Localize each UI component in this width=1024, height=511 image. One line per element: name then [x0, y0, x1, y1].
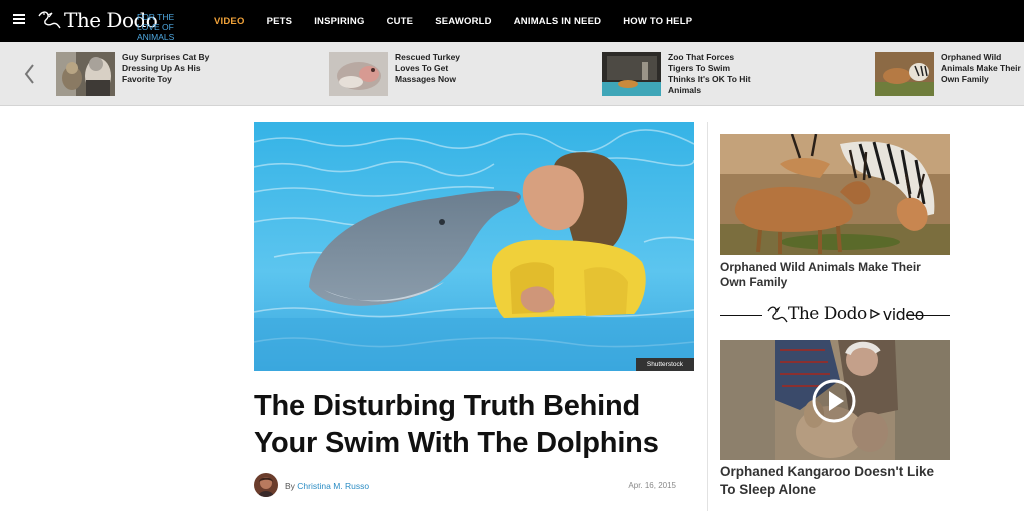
divider-line [906, 315, 950, 316]
chevron-left-icon[interactable] [22, 62, 36, 86]
nav-item-seaworld[interactable]: SEAWORLD [435, 16, 492, 27]
sidebar-story-image[interactable] [720, 134, 950, 255]
author-line: By Christina M. Russo [285, 481, 369, 491]
related-story-item[interactable]: Zoo That Forces Tigers To Swim Thinks It… [602, 52, 758, 96]
by-prefix: By [285, 481, 295, 491]
nav-item-how-to-help[interactable]: HOW TO HELP [623, 16, 692, 27]
image-credit: Shutterstock [635, 358, 694, 371]
related-story-title: Zoo That Forces Tigers To Swim Thinks It… [668, 52, 751, 95]
author-avatar[interactable] [254, 473, 278, 497]
related-story-thumbnail [329, 52, 388, 96]
nav-item-cute[interactable]: CUTE [387, 16, 414, 27]
dolphin-kiss-photo [254, 122, 694, 371]
video-word: video [882, 304, 925, 324]
related-story-item[interactable]: Rescued Turkey Loves To Get Massages Now [329, 52, 485, 96]
related-story-title: Rescued Turkey Loves To Get Massages Now [395, 52, 461, 84]
sidebar-video-title[interactable]: Orphaned Kangaroo Doesn't Like To Sleep … [720, 463, 950, 499]
related-story-thumbnail [875, 52, 934, 96]
divider-line [720, 315, 762, 316]
dodo-video-wordmark: The Dodo video [766, 304, 924, 324]
dodo-video-logo: The Dodo video [720, 302, 950, 328]
related-story-thumbnail [56, 52, 115, 96]
nav-item-pets[interactable]: PETS [267, 16, 293, 27]
article-byline: By Christina M. Russo Apr. 16, 2015 [254, 473, 694, 497]
author-name-link[interactable]: Christina M. Russo [297, 481, 369, 491]
related-story-item[interactable]: Guy Surprises Cat By Dressing Up As His … [56, 52, 212, 96]
sidebar-story-title[interactable]: Orphaned Wild Animals Make Their Own Fam… [720, 260, 950, 290]
related-stories-strip: Guy Surprises Cat By Dressing Up As His … [0, 42, 1024, 106]
play-button-icon[interactable] [812, 379, 856, 423]
sidebar-video-thumbnail[interactable] [720, 340, 950, 460]
related-story-title: Orphaned Wild Animals Make Their Own Fam… [941, 52, 1021, 84]
nav-item-inspiring[interactable]: INSPIRING [314, 16, 364, 27]
play-triangle-icon [870, 308, 881, 320]
author-photo [254, 473, 278, 497]
nav-item-animals-in-need[interactable]: ANIMALS IN NEED [514, 16, 601, 27]
antelope-zebra-photo [720, 134, 950, 255]
related-story-thumbnail [602, 52, 661, 96]
dodo-video-logo-text: The Dodo [788, 304, 867, 324]
column-divider [707, 122, 708, 511]
article-headline: The Disturbing Truth Behind Your Swim Wi… [254, 390, 659, 459]
dodo-bird-icon [767, 306, 788, 323]
related-story-item[interactable]: Orphaned Wild Animals Make Their Own Fam… [875, 52, 1024, 96]
top-nav-bar: The Dodo FOR THE LOVE OF ANIMALS VIDEO P… [0, 0, 1024, 42]
site-tagline: FOR THE LOVE OF ANIMALS [137, 12, 175, 42]
article-hero-image[interactable]: Shutterstock [254, 122, 694, 371]
publish-date: Apr. 16, 2015 [628, 481, 676, 490]
main-nav: VIDEO PETS INSPIRING CUTE SEAWORLD ANIMA… [214, 0, 714, 42]
dodo-bird-icon [38, 11, 61, 29]
nav-item-video[interactable]: VIDEO [214, 16, 245, 27]
related-story-title: Guy Surprises Cat By Dressing Up As His … [122, 52, 210, 84]
hamburger-menu-icon[interactable] [13, 14, 25, 24]
